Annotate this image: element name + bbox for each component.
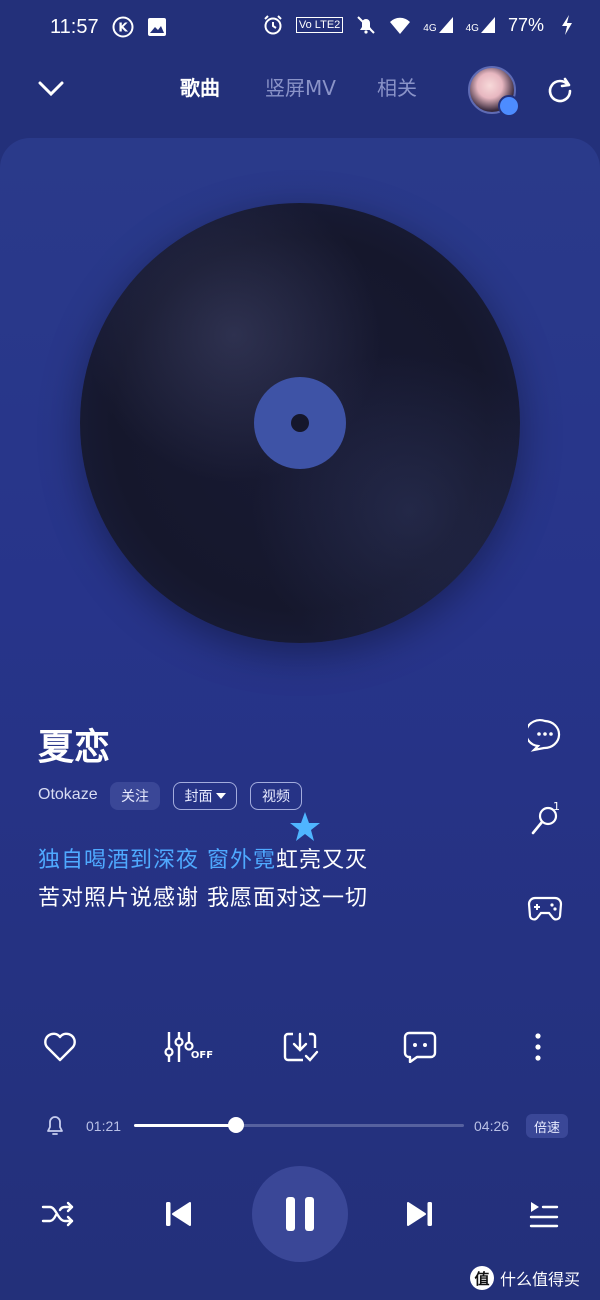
heart-icon xyxy=(44,1032,76,1062)
refresh-share-icon xyxy=(548,77,572,103)
gamepad-icon xyxy=(527,896,563,921)
signal-1: 4G xyxy=(423,16,453,34)
status-left-icons: K xyxy=(112,16,168,38)
cover-dropdown[interactable]: 封面 xyxy=(173,782,237,810)
signal-2: 4G xyxy=(466,16,496,34)
bell-icon xyxy=(47,1116,63,1135)
tab-related[interactable]: 相关 xyxy=(377,72,417,101)
vinyl-hole xyxy=(291,414,309,432)
current-time: 01:21 xyxy=(86,1118,122,1134)
shuffle-icon xyxy=(41,1201,74,1227)
chat-bubble-icon xyxy=(528,719,561,752)
tab-song[interactable]: 歌曲 xyxy=(180,72,220,101)
collapse-button[interactable] xyxy=(36,74,66,104)
sleep-timer-button[interactable] xyxy=(42,1112,68,1138)
pause-icon xyxy=(286,1197,314,1231)
volte-label: Vo LTE2 xyxy=(295,17,344,33)
net1-label: 4G xyxy=(423,23,437,34)
watermark-logo: 值 xyxy=(470,1266,494,1290)
gallery-icon xyxy=(146,16,168,38)
sound-effect-button[interactable]: OFF xyxy=(160,1027,216,1067)
progress-fill xyxy=(134,1124,237,1127)
effect-off-label: OFF xyxy=(190,1049,214,1061)
signal-icon xyxy=(480,17,495,33)
status-time: 11:57 xyxy=(50,16,99,38)
comments-button[interactable] xyxy=(400,1027,440,1067)
playlist-button[interactable] xyxy=(524,1194,564,1234)
share-button[interactable] xyxy=(544,74,576,106)
svg-text:K: K xyxy=(118,21,128,35)
video-label: 视频 xyxy=(262,789,290,805)
wifi-icon xyxy=(389,14,411,36)
artist-name[interactable]: Otokaze xyxy=(38,786,98,804)
comment-bubble-button[interactable] xyxy=(526,716,564,754)
lyric-rest: 虹亮又灭 xyxy=(276,848,369,873)
follow-button[interactable]: 关注 xyxy=(110,782,160,810)
more-button[interactable] xyxy=(518,1027,558,1067)
cover-label: 封面 xyxy=(184,789,213,805)
alarm-icon xyxy=(262,14,284,36)
skip-next-icon xyxy=(407,1202,432,1226)
speed-label: 倍速 xyxy=(533,1120,560,1136)
total-time: 04:26 xyxy=(474,1118,510,1134)
shuffle-button[interactable] xyxy=(38,1194,78,1234)
tab-vertical-mv[interactable]: 竖屏MV xyxy=(265,72,336,101)
download-button[interactable] xyxy=(281,1027,321,1067)
like-button[interactable] xyxy=(40,1027,80,1067)
lyric-sung: 独自喝酒到深夜 窗外霓 xyxy=(38,848,276,873)
follow-label: 关注 xyxy=(121,789,149,805)
video-button[interactable]: 视频 xyxy=(250,782,302,810)
net2-label: 4G xyxy=(465,23,479,34)
comment-icon xyxy=(403,1031,437,1063)
charging-icon xyxy=(556,14,578,36)
k-app-icon: K xyxy=(112,16,134,38)
watermark-text: 什么值得买 xyxy=(500,1270,581,1289)
battery-percent: 77% xyxy=(507,14,544,35)
signal-icon xyxy=(438,17,453,33)
skip-previous-icon xyxy=(166,1202,191,1226)
pause-button[interactable] xyxy=(252,1166,348,1262)
game-button[interactable] xyxy=(526,888,564,926)
next-button[interactable] xyxy=(400,1194,440,1234)
mute-icon xyxy=(355,14,377,36)
download-icon xyxy=(283,1032,319,1062)
live-badge-icon xyxy=(498,95,520,117)
lyric-next[interactable]: 苦对照片说感谢 我愿面对这一切 xyxy=(38,880,368,912)
more-vertical-icon xyxy=(535,1033,541,1061)
mic-count: 1 xyxy=(553,800,560,813)
speed-button[interactable]: 倍速 xyxy=(526,1114,568,1138)
status-right: Vo LTE2 4G 4G 77% xyxy=(262,14,578,36)
watermark: 值 什么值得买 xyxy=(470,1266,580,1290)
caret-down-icon xyxy=(215,793,226,799)
playlist-icon xyxy=(529,1202,559,1228)
song-title: 夏恋 xyxy=(38,727,111,768)
lyric-current[interactable]: 独自喝酒到深夜 窗外霓虹亮又灭 xyxy=(38,842,368,874)
chevron-down-icon xyxy=(38,81,64,97)
previous-button[interactable] xyxy=(158,1194,198,1234)
